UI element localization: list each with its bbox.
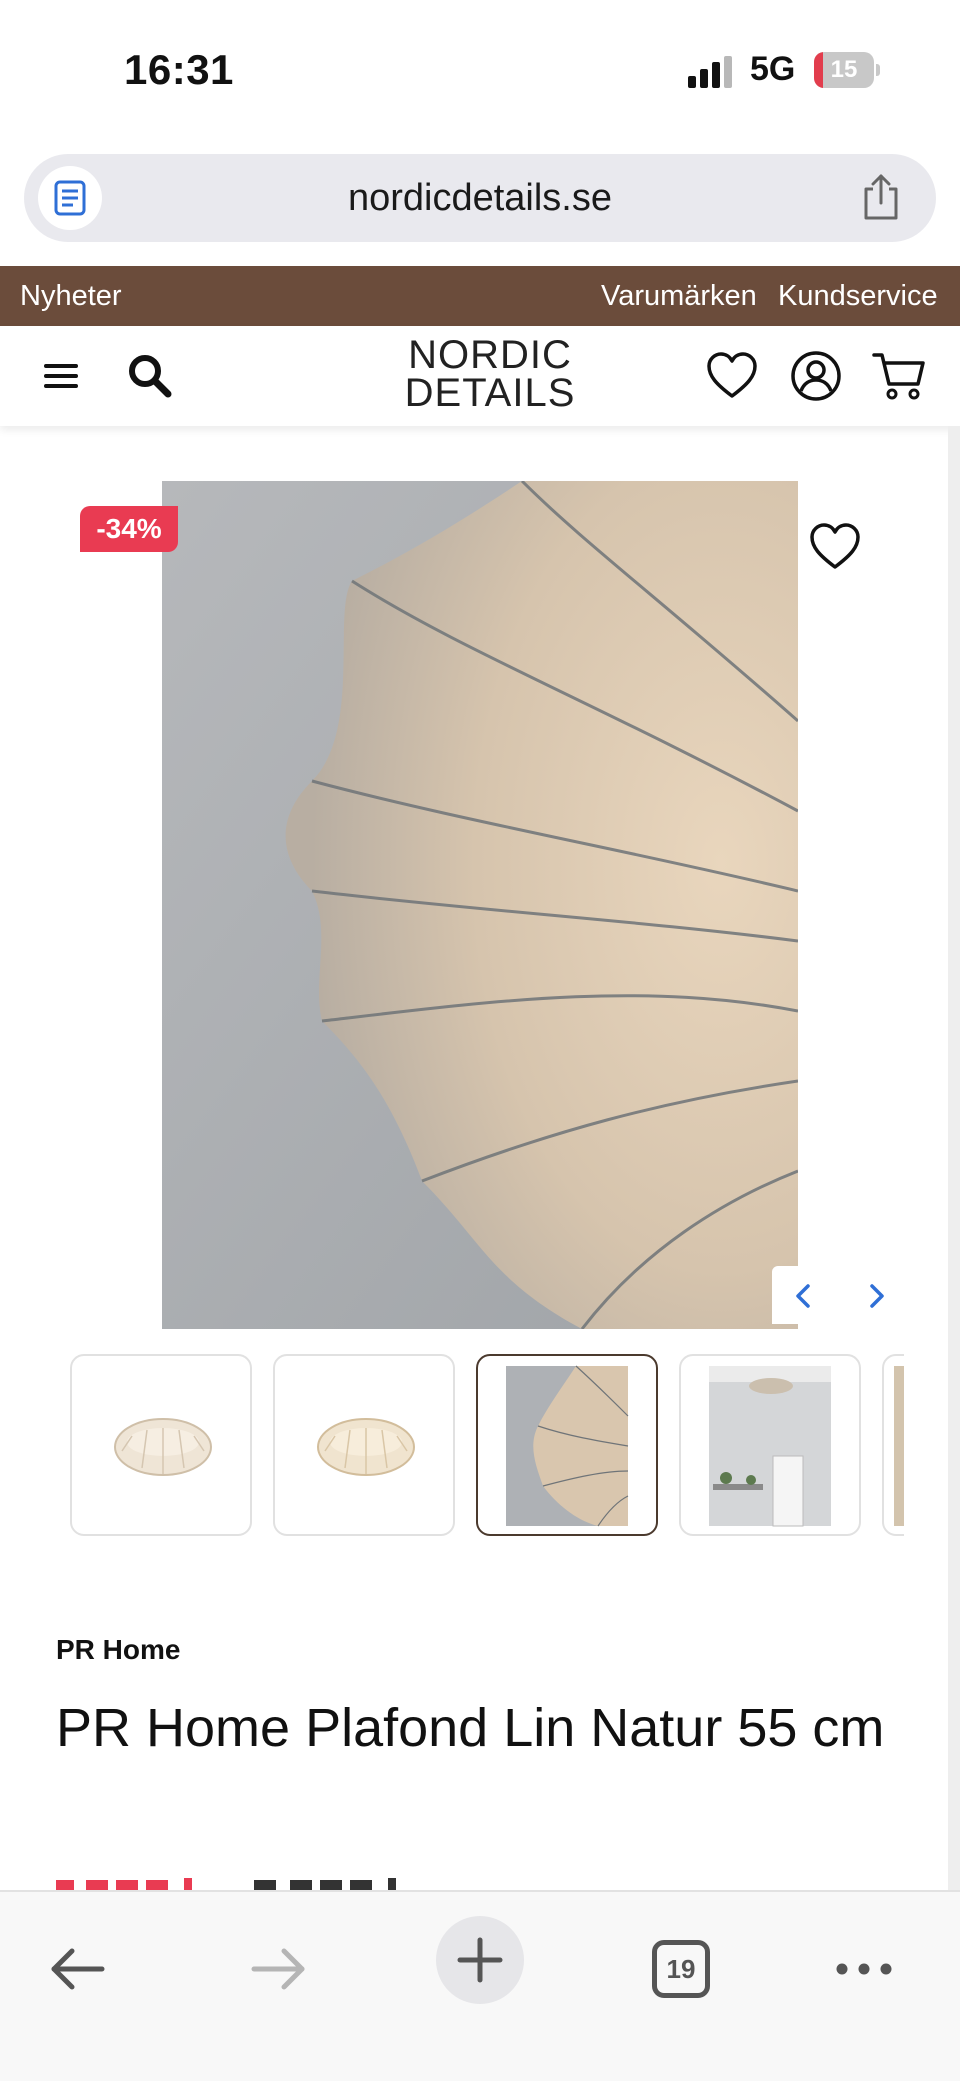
- product-main-image[interactable]: [162, 481, 798, 1329]
- nav-link-varumarken[interactable]: Varumärken: [601, 266, 757, 326]
- thumbnail-strip: [70, 1354, 904, 1538]
- logo-line-1: NORDIC: [408, 333, 572, 377]
- account-icon[interactable]: [790, 350, 842, 402]
- site-logo[interactable]: NORDIC DETAILS: [350, 333, 630, 416]
- wishlist-heart-icon[interactable]: [808, 522, 862, 572]
- share-icon[interactable]: [856, 172, 906, 222]
- site-header: NORDIC DETAILS: [0, 326, 960, 426]
- search-icon[interactable]: [126, 352, 172, 398]
- nav-link-kundservice[interactable]: Kundservice: [778, 266, 938, 326]
- browser-toolbar: 19: [0, 1890, 960, 2081]
- url-text[interactable]: nordicdetails.se: [24, 154, 936, 242]
- cart-icon[interactable]: [872, 350, 926, 402]
- thumbnail-5[interactable]: [882, 1354, 904, 1536]
- tabs-icon[interactable]: 19: [652, 1940, 710, 1998]
- cellular-signal-icon: [688, 56, 732, 88]
- thumbnail-3-active[interactable]: [476, 1354, 658, 1536]
- thumbnail-4[interactable]: [679, 1354, 861, 1536]
- chevron-right-icon[interactable]: [856, 1276, 896, 1316]
- back-arrow-icon[interactable]: [48, 1944, 108, 1994]
- status-bar: 16:31 5G 15: [0, 0, 960, 140]
- forward-arrow-icon[interactable]: [248, 1944, 308, 1994]
- scroll-gutter: [948, 426, 960, 1890]
- thumbnail-1[interactable]: [70, 1354, 252, 1536]
- plus-icon: [457, 1937, 503, 1983]
- new-tab-button[interactable]: [436, 1916, 524, 2004]
- chevron-left-icon[interactable]: [784, 1276, 824, 1316]
- discount-badge: -34%: [80, 506, 178, 552]
- site-top-bar: Nyheter Varumärken Kundservice: [0, 266, 960, 326]
- more-icon[interactable]: [834, 1954, 894, 1984]
- logo-line-2: DETAILS: [404, 371, 576, 415]
- menu-icon[interactable]: [42, 360, 80, 392]
- product-brand[interactable]: PR Home: [56, 1634, 180, 1666]
- reader-mode-icon[interactable]: [38, 166, 102, 230]
- address-bar[interactable]: nordicdetails.se: [24, 154, 936, 242]
- status-time: 16:31: [124, 46, 234, 93]
- network-type: 5G: [750, 50, 796, 88]
- battery-percent: 15: [830, 56, 858, 83]
- product-title: PR Home Plafond Lin Natur 55 cm: [56, 1698, 885, 1758]
- nav-link-nyheter[interactable]: Nyheter: [20, 266, 122, 326]
- gallery-nav: [772, 1266, 906, 1324]
- heart-icon[interactable]: [706, 350, 758, 402]
- battery-icon: 15: [814, 52, 880, 88]
- thumbnail-2[interactable]: [273, 1354, 455, 1536]
